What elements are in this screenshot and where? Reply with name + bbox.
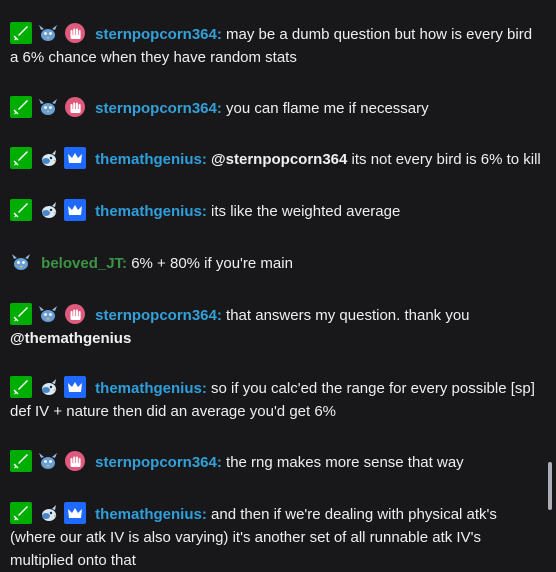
message-text: 6% + 80% if you're main [127, 255, 293, 272]
chat-message: sternpopcorn364: may be a dumb question … [10, 22, 544, 69]
blue-bird-icon[interactable] [37, 96, 59, 118]
blue-bird-icon[interactable] [10, 251, 32, 273]
green-sword-icon[interactable] [10, 147, 32, 169]
chat-message: themathgenius: @sternpopcorn364 its not … [10, 147, 544, 171]
blue-crown-icon[interactable] [64, 502, 86, 524]
message-text: its like the weighted average [206, 203, 401, 220]
blue-crown-icon[interactable] [64, 147, 86, 169]
pink-hand-badge-icon[interactable] [64, 22, 86, 44]
chat-message: themathgenius: its like the weighted ave… [10, 199, 544, 223]
chat-panel[interactable]: sternpopcorn364: may be a dumb question … [0, 0, 556, 572]
blue-bird-icon[interactable] [37, 450, 59, 472]
green-sword-icon[interactable] [10, 96, 32, 118]
green-sword-icon[interactable] [10, 199, 32, 221]
chat-username[interactable]: themathgenius [95, 151, 202, 168]
pink-hand-badge-icon[interactable] [64, 96, 86, 118]
mention-link[interactable]: @sternpopcorn364 [211, 151, 347, 168]
chat-username[interactable]: sternpopcorn364 [95, 307, 217, 324]
blue-crown-icon[interactable] [64, 376, 86, 398]
green-sword-icon[interactable] [10, 376, 32, 398]
chat-message: sternpopcorn364: that answers my questio… [10, 303, 544, 350]
green-sword-icon[interactable] [10, 22, 32, 44]
chat-message: beloved_JT: 6% + 80% if you're main [10, 251, 544, 275]
pink-hand-badge-icon[interactable] [64, 450, 86, 472]
chat-username[interactable]: sternpopcorn364 [95, 100, 217, 117]
white-bird-icon[interactable] [37, 502, 59, 524]
blue-crown-icon[interactable] [64, 199, 86, 221]
chat-username[interactable]: themathgenius [95, 506, 202, 523]
white-bird-icon[interactable] [37, 147, 59, 169]
message-text: you can flame me if necessary [221, 100, 429, 117]
chat-scrollbar[interactable] [548, 462, 552, 510]
mention-link[interactable]: @themathgenius [10, 330, 131, 347]
green-sword-icon[interactable] [10, 502, 32, 524]
white-bird-icon[interactable] [37, 376, 59, 398]
message-text: that answers my question. thank you [221, 307, 470, 324]
chat-username[interactable]: themathgenius [95, 380, 202, 397]
chat-username[interactable]: sternpopcorn364 [95, 26, 217, 43]
green-sword-icon[interactable] [10, 303, 32, 325]
green-sword-icon[interactable] [10, 450, 32, 472]
pink-hand-badge-icon[interactable] [64, 303, 86, 325]
white-bird-icon[interactable] [37, 199, 59, 221]
chat-message: sternpopcorn364: the rng makes more sens… [10, 450, 544, 474]
blue-bird-icon[interactable] [37, 303, 59, 325]
chat-message: sternpopcorn364: you can flame me if nec… [10, 96, 544, 120]
chat-message: themathgenius: so if you calc'ed the ran… [10, 376, 544, 423]
chat-username[interactable]: beloved_JT [41, 255, 122, 272]
chat-username[interactable]: themathgenius [95, 203, 202, 220]
username-separator: : [201, 151, 207, 168]
chat-message: themathgenius: and then if we're dealing… [10, 502, 544, 572]
blue-bird-icon[interactable] [37, 22, 59, 44]
message-text: the rng makes more sense that way [221, 454, 464, 471]
message-text: its not every bird is 6% to kill [347, 151, 541, 168]
chat-username[interactable]: sternpopcorn364 [95, 454, 217, 471]
